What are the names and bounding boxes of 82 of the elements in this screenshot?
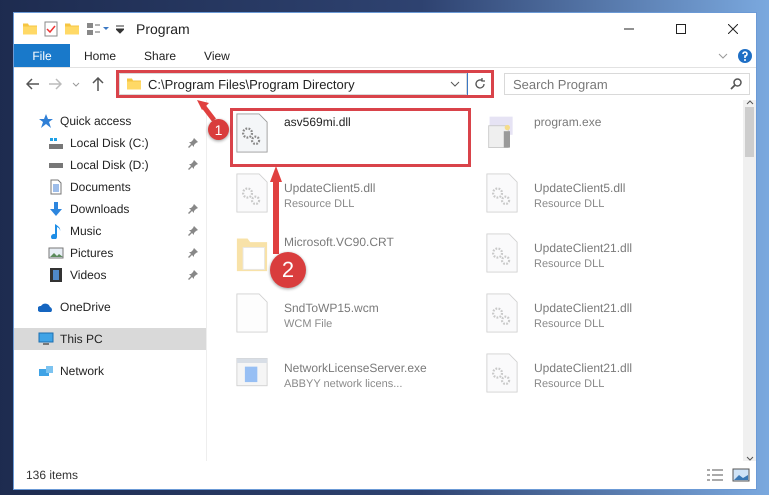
file-type: Resource DLL (284, 198, 356, 210)
gear-file-icon (236, 113, 268, 153)
nav-item[interactable]: Pictures (14, 242, 206, 264)
address-bar[interactable]: C:\Program Files\Program Directory (119, 73, 467, 95)
details-view-icon[interactable] (706, 469, 724, 481)
drive-icon (49, 138, 63, 148)
ribbon-tab[interactable]: Home (70, 44, 130, 67)
nav-item[interactable]: Videos (14, 264, 206, 286)
file-icon (236, 293, 268, 333)
gear-file-icon (236, 173, 268, 213)
file-type: Resource DLL (534, 198, 606, 210)
drive-icon (49, 162, 63, 168)
folder-icon (22, 22, 38, 36)
nav-item[interactable]: OneDrive (14, 296, 206, 318)
file-name[interactable]: program.exe (534, 115, 602, 129)
folder-icon (64, 22, 80, 36)
thumbnail-view-icon[interactable] (732, 468, 750, 482)
pin-icon[interactable] (188, 248, 198, 258)
dropdown-icon[interactable] (116, 24, 124, 34)
pin-icon[interactable] (188, 204, 198, 214)
properties-icon[interactable] (44, 20, 58, 36)
ribbon-tab[interactable]: Share (130, 44, 190, 67)
file-type: WCM File (284, 318, 334, 330)
gear-file-icon (486, 353, 518, 393)
item-count: 136 items (26, 468, 80, 482)
file-name[interactable]: Microsoft.VC90.CRT (284, 235, 394, 249)
file-name[interactable]: NetworkLicenseServer.exe (284, 361, 427, 375)
folder-icon (126, 77, 142, 91)
arrow (196, 99, 218, 121)
scrollbar[interactable] (743, 100, 756, 461)
film-icon (48, 267, 64, 283)
maximize-icon (676, 24, 686, 34)
file-name[interactable]: UpdateClient21.dll (534, 361, 632, 375)
gear-file-icon (486, 173, 518, 213)
view-options-icon[interactable] (86, 22, 110, 36)
file-name[interactable]: asv569mi.dll (284, 115, 351, 129)
ribbon-tab[interactable]: File (14, 44, 70, 67)
file-type: Resource DLL (534, 378, 606, 390)
file-name[interactable]: UpdateClient21.dll (534, 241, 632, 255)
pin-icon[interactable] (188, 226, 198, 236)
chevron-down-icon (746, 456, 754, 461)
ribbon-tab[interactable]: View (190, 44, 244, 67)
pin-icon[interactable] (188, 160, 198, 170)
up-arrow-icon (92, 77, 104, 91)
nav-item[interactable]: Network (14, 360, 206, 382)
gear-file-icon (486, 293, 518, 333)
star-icon (38, 113, 54, 129)
monitor-icon (38, 331, 54, 347)
network-icon (38, 363, 54, 379)
nav-item[interactable]: Local Disk (D:) (14, 154, 206, 176)
file-type: Resource DLL (534, 318, 606, 330)
document-icon (48, 179, 64, 195)
nav-item[interactable]: Music (14, 220, 206, 242)
file-type: Resource DLL (534, 258, 606, 270)
gear-file-icon (486, 233, 518, 273)
file-name[interactable]: UpdateClient21.dll (534, 301, 632, 315)
nav-item[interactable]: This PC (14, 328, 206, 350)
nav-item[interactable]: Downloads (14, 198, 206, 220)
file-name[interactable]: UpdateClient5.dll (284, 181, 376, 195)
file-name[interactable]: UpdateClient5.dll (534, 181, 626, 195)
forward-arrow-icon (48, 78, 62, 90)
nav-item[interactable]: Local Disk (C:) (14, 132, 206, 154)
nav-item[interactable]: Quick access (14, 110, 206, 132)
search-icon (730, 78, 742, 90)
help-icon[interactable] (738, 48, 752, 62)
back-arrow-icon (26, 78, 40, 90)
pin-icon[interactable] (188, 270, 198, 280)
minimize-icon (624, 28, 634, 30)
close-icon (728, 24, 738, 34)
file-name[interactable]: SndToWP15.wcm (284, 301, 379, 315)
scrollbar-thumb[interactable] (745, 107, 754, 157)
chevron-down-icon[interactable] (450, 81, 460, 87)
chevron-down-icon (72, 82, 80, 86)
picture-icon (48, 245, 64, 261)
file-type: ABBYY network licens... (284, 378, 404, 390)
refresh-icon (474, 78, 486, 90)
download-icon (48, 201, 64, 217)
pin-icon[interactable] (188, 138, 198, 148)
nav-item[interactable]: Documents (14, 176, 206, 198)
search-field[interactable]: Search Program (504, 73, 750, 95)
chevron-up-icon (746, 100, 754, 105)
window-title: Program (136, 20, 191, 36)
